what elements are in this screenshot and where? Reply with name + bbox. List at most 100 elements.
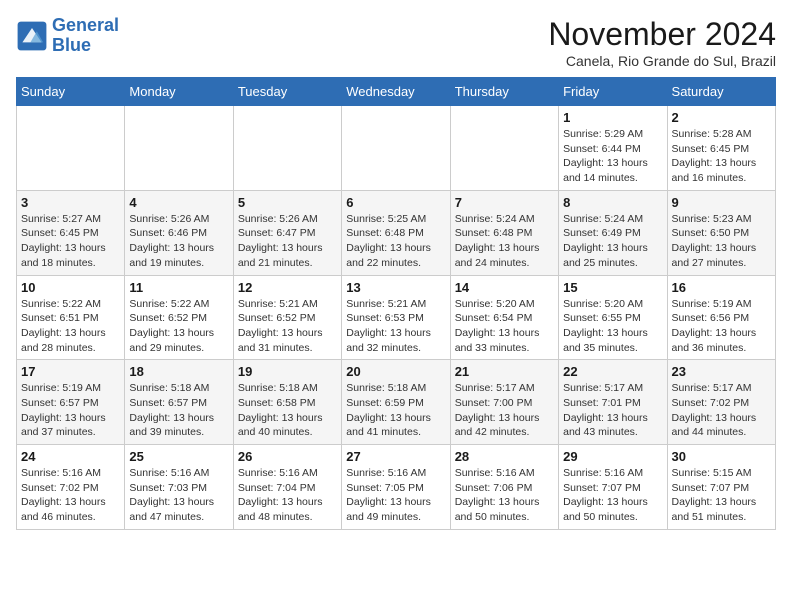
header-row: SundayMondayTuesdayWednesdayThursdayFrid… [17, 78, 776, 106]
cell-info: Sunrise: 5:26 AM Sunset: 6:46 PM Dayligh… [129, 212, 228, 271]
cell-info: Sunrise: 5:20 AM Sunset: 6:55 PM Dayligh… [563, 297, 662, 356]
cell-info: Sunrise: 5:19 AM Sunset: 6:56 PM Dayligh… [672, 297, 771, 356]
day-number: 23 [672, 364, 771, 379]
calendar-cell: 6Sunrise: 5:25 AM Sunset: 6:48 PM Daylig… [342, 190, 450, 275]
cell-info: Sunrise: 5:16 AM Sunset: 7:02 PM Dayligh… [21, 466, 120, 525]
calendar-cell: 28 Sunrise: 5:16 AM Sunset: 7:06 PM Dayli… [450, 445, 558, 530]
calendar-cell: 9 Sunrise: 5:23 AM Sunset: 6:50 PM Daylig… [667, 190, 775, 275]
day-number: 13 [346, 280, 445, 295]
cell-info: Sunrise: 5:16 AM Sunset: 7:05 PM Dayligh… [346, 466, 445, 525]
cell-info: Sunrise: 5:18 AM Sunset: 6:57 PM Dayligh… [129, 381, 228, 440]
calendar-cell: 19 Sunrise: 5:18 AM Sunset: 6:58 PM Dayli… [233, 360, 341, 445]
cell-info: Sunrise: 5:29 AM Sunset: 6:44 PM Dayligh… [563, 127, 662, 186]
day-number: 7 [455, 195, 554, 210]
day-number: 8 [563, 195, 662, 210]
cell-info: Sunrise: 5:25 AM Sunset: 6:48 PM Dayligh… [346, 212, 445, 271]
calendar-table: SundayMondayTuesdayWednesdayThursdayFrid… [16, 77, 776, 530]
cell-info: Sunrise: 5:24 AM Sunset: 6:49 PM Dayligh… [563, 212, 662, 271]
cell-info: Sunrise: 5:22 AM Sunset: 6:51 PM Dayligh… [21, 297, 120, 356]
cell-info: Sunrise: 5:21 AM Sunset: 6:53 PM Dayligh… [346, 297, 445, 356]
calendar-cell: 10 Sunrise: 5:22 AM Sunset: 6:51 PM Dayli… [17, 275, 125, 360]
calendar-cell: 30Sunrise: 5:15 AM Sunset: 7:07 PM Dayli… [667, 445, 775, 530]
cell-info: Sunrise: 5:16 AM Sunset: 7:06 PM Dayligh… [455, 466, 554, 525]
title-area: November 2024 Canela, Rio Grande do Sul,… [548, 16, 776, 69]
calendar-cell: 16 Sunrise: 5:19 AM Sunset: 6:56 PM Dayli… [667, 275, 775, 360]
calendar-cell: 14 Sunrise: 5:20 AM Sunset: 6:54 PM Dayli… [450, 275, 558, 360]
calendar-cell: 2 Sunrise: 5:28 AM Sunset: 6:45 PM Daylig… [667, 106, 775, 191]
header-day-tuesday: Tuesday [233, 78, 341, 106]
calendar-cell: 18 Sunrise: 5:18 AM Sunset: 6:57 PM Dayli… [125, 360, 233, 445]
calendar-cell: 17Sunrise: 5:19 AM Sunset: 6:57 PM Dayli… [17, 360, 125, 445]
cell-info: Sunrise: 5:18 AM Sunset: 6:58 PM Dayligh… [238, 381, 337, 440]
cell-info: Sunrise: 5:21 AM Sunset: 6:52 PM Dayligh… [238, 297, 337, 356]
day-number: 10 [21, 280, 120, 295]
day-number: 30 [672, 449, 771, 464]
cell-info: Sunrise: 5:20 AM Sunset: 6:54 PM Dayligh… [455, 297, 554, 356]
calendar-cell: 21 Sunrise: 5:17 AM Sunset: 7:00 PM Dayli… [450, 360, 558, 445]
week-row-3: 17Sunrise: 5:19 AM Sunset: 6:57 PM Dayli… [17, 360, 776, 445]
calendar-cell: 26 Sunrise: 5:16 AM Sunset: 7:04 PM Dayli… [233, 445, 341, 530]
day-number: 18 [129, 364, 228, 379]
day-number: 16 [672, 280, 771, 295]
cell-info: Sunrise: 5:16 AM Sunset: 7:04 PM Dayligh… [238, 466, 337, 525]
header-day-friday: Friday [559, 78, 667, 106]
calendar-cell: 3Sunrise: 5:27 AM Sunset: 6:45 PM Daylig… [17, 190, 125, 275]
day-number: 28 [455, 449, 554, 464]
day-number: 22 [563, 364, 662, 379]
calendar-cell: 29 Sunrise: 5:16 AM Sunset: 7:07 PM Dayli… [559, 445, 667, 530]
header-day-wednesday: Wednesday [342, 78, 450, 106]
calendar-cell [450, 106, 558, 191]
day-number: 19 [238, 364, 337, 379]
cell-info: Sunrise: 5:16 AM Sunset: 7:03 PM Dayligh… [129, 466, 228, 525]
logo-icon [16, 20, 48, 52]
calendar-cell: 23Sunrise: 5:17 AM Sunset: 7:02 PM Dayli… [667, 360, 775, 445]
week-row-4: 24 Sunrise: 5:16 AM Sunset: 7:02 PM Dayli… [17, 445, 776, 530]
day-number: 24 [21, 449, 120, 464]
calendar-cell: 4 Sunrise: 5:26 AM Sunset: 6:46 PM Daylig… [125, 190, 233, 275]
day-number: 5 [238, 195, 337, 210]
calendar-cell [17, 106, 125, 191]
logo-text: General Blue [52, 16, 119, 56]
cell-info: Sunrise: 5:27 AM Sunset: 6:45 PM Dayligh… [21, 212, 120, 271]
calendar-cell: 7 Sunrise: 5:24 AM Sunset: 6:48 PM Daylig… [450, 190, 558, 275]
cell-info: Sunrise: 5:16 AM Sunset: 7:07 PM Dayligh… [563, 466, 662, 525]
day-number: 27 [346, 449, 445, 464]
calendar-cell: 24 Sunrise: 5:16 AM Sunset: 7:02 PM Dayli… [17, 445, 125, 530]
logo-line2: Blue [52, 35, 91, 55]
calendar-cell: 20 Sunrise: 5:18 AM Sunset: 6:59 PM Dayli… [342, 360, 450, 445]
day-number: 26 [238, 449, 337, 464]
day-number: 29 [563, 449, 662, 464]
calendar-cell: 27 Sunrise: 5:16 AM Sunset: 7:05 PM Dayli… [342, 445, 450, 530]
logo: General Blue [16, 16, 119, 56]
cell-info: Sunrise: 5:17 AM Sunset: 7:00 PM Dayligh… [455, 381, 554, 440]
calendar-cell: 12Sunrise: 5:21 AM Sunset: 6:52 PM Dayli… [233, 275, 341, 360]
header-day-thursday: Thursday [450, 78, 558, 106]
day-number: 1 [563, 110, 662, 125]
day-number: 21 [455, 364, 554, 379]
cell-info: Sunrise: 5:19 AM Sunset: 6:57 PM Dayligh… [21, 381, 120, 440]
day-number: 4 [129, 195, 228, 210]
day-number: 15 [563, 280, 662, 295]
cell-info: Sunrise: 5:17 AM Sunset: 7:01 PM Dayligh… [563, 381, 662, 440]
cell-info: Sunrise: 5:18 AM Sunset: 6:59 PM Dayligh… [346, 381, 445, 440]
calendar-cell: 22 Sunrise: 5:17 AM Sunset: 7:01 PM Dayli… [559, 360, 667, 445]
header-day-sunday: Sunday [17, 78, 125, 106]
calendar-cell: 15 Sunrise: 5:20 AM Sunset: 6:55 PM Dayli… [559, 275, 667, 360]
calendar-cell: 5Sunrise: 5:26 AM Sunset: 6:47 PM Daylig… [233, 190, 341, 275]
cell-info: Sunrise: 5:24 AM Sunset: 6:48 PM Dayligh… [455, 212, 554, 271]
day-number: 2 [672, 110, 771, 125]
page-header: General Blue November 2024 Canela, Rio G… [16, 16, 776, 69]
day-number: 9 [672, 195, 771, 210]
day-number: 20 [346, 364, 445, 379]
cell-info: Sunrise: 5:28 AM Sunset: 6:45 PM Dayligh… [672, 127, 771, 186]
calendar-cell: 25Sunrise: 5:16 AM Sunset: 7:03 PM Dayli… [125, 445, 233, 530]
calendar-cell [342, 106, 450, 191]
cell-info: Sunrise: 5:22 AM Sunset: 6:52 PM Dayligh… [129, 297, 228, 356]
header-day-saturday: Saturday [667, 78, 775, 106]
week-row-2: 10 Sunrise: 5:22 AM Sunset: 6:51 PM Dayli… [17, 275, 776, 360]
cell-info: Sunrise: 5:23 AM Sunset: 6:50 PM Dayligh… [672, 212, 771, 271]
week-row-1: 3Sunrise: 5:27 AM Sunset: 6:45 PM Daylig… [17, 190, 776, 275]
calendar-cell: 13 Sunrise: 5:21 AM Sunset: 6:53 PM Dayli… [342, 275, 450, 360]
day-number: 14 [455, 280, 554, 295]
month-title: November 2024 [548, 16, 776, 53]
